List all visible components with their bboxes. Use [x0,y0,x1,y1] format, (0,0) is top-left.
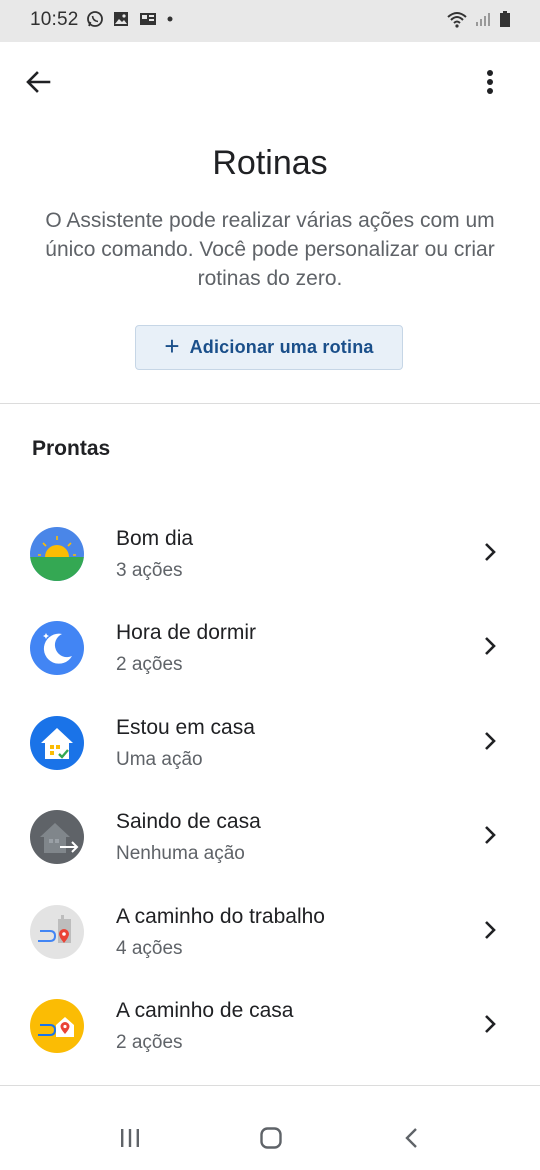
chevron-right-icon [485,921,496,939]
add-routine-button[interactable]: + Adicionar uma rotina [135,325,403,370]
routine-name: Estou em casa [116,716,255,739]
home-button[interactable] [251,1123,291,1153]
routine-name: Saindo de casa [116,810,261,833]
plus-icon: + [164,331,180,361]
more-vert-icon [487,70,493,94]
divider [0,403,540,404]
routine-name: A caminho de casa [116,999,294,1022]
home-icon [260,1127,282,1149]
signal-icon [474,10,492,33]
chevron-right-icon [485,732,496,750]
routine-item-saindo-de-casa[interactable]: Saindo de casa Nenhuma ação [0,810,540,904]
chevron-right-icon [485,1015,496,1033]
battery-icon [498,10,512,33]
app-bar [0,42,540,118]
routine-item-hora-de-dormir[interactable]: Hora de dormir 2 ações [0,621,540,715]
gallery-icon [112,10,130,33]
recents-button[interactable] [110,1123,150,1153]
whatsapp-icon [86,10,104,33]
system-nav-bar [0,1105,540,1170]
moon-icon [30,621,84,675]
routine-item-a-caminho-do-trabalho[interactable]: A caminho do trabalho 4 ações [0,905,540,999]
section-title: Prontas [32,437,111,460]
page-description: O Assistente pode realizar várias ações … [45,209,495,290]
back-icon [405,1128,417,1148]
chevron-right-icon [485,637,496,655]
add-routine-label: Adicionar uma rotina [189,337,374,357]
routine-actions: 2 ações [116,1032,183,1053]
routine-name: A caminho do trabalho [116,905,325,928]
nav-back-button[interactable] [392,1123,432,1153]
page-title: Rotinas [212,144,328,182]
wifi-icon [446,10,468,33]
home-check-icon [30,716,84,770]
routine-item-bom-dia[interactable]: Bom dia 3 ações [0,527,540,621]
routine-name: Bom dia [116,527,194,550]
routine-actions: Nenhuma ação [116,843,245,864]
dot-icon [166,10,174,33]
routine-actions: 3 ações [116,560,183,581]
routine-item-a-caminho-de-casa[interactable]: A caminho de casa 2 ações [0,999,540,1093]
cast-icon [138,10,158,33]
home-leave-icon [30,810,84,864]
chevron-right-icon [485,543,496,561]
routine-actions: Uma ação [116,749,203,770]
commute-work-icon [30,905,84,959]
routine-name: Hora de dormir [116,621,257,644]
arrow-back-icon [26,71,51,93]
more-options-button[interactable] [470,62,510,102]
routine-item-estou-em-casa[interactable]: Estou em casa Uma ação [0,716,540,810]
recents-icon [121,1129,139,1147]
sunrise-icon [30,527,84,581]
routine-actions: 2 ações [116,654,183,675]
status-time: 10:52 [30,9,79,30]
status-bar: 10:52 [0,0,540,42]
chevron-right-icon [485,826,496,844]
back-button[interactable] [18,62,58,102]
commute-home-icon [30,999,84,1053]
divider [0,1085,540,1086]
routine-actions: 4 ações [116,938,183,959]
